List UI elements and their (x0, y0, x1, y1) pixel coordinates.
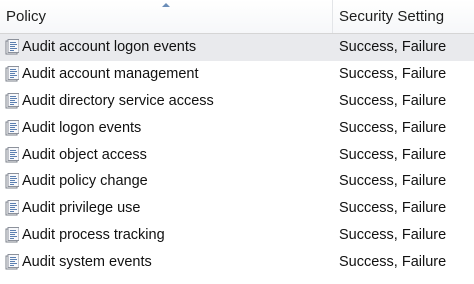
policy-document-icon (5, 92, 19, 109)
security-setting-cell: Success, Failure (339, 39, 447, 56)
policy-name: Audit account logon events (22, 39, 197, 56)
policy-name: Audit directory service access (22, 92, 214, 109)
policy-name: Audit object access (22, 146, 147, 163)
policy-name: Audit process tracking (22, 226, 165, 243)
policy-cell: Audit account management (0, 66, 333, 82)
security-setting-cell: Success, Failure (339, 253, 447, 270)
column-header-security-setting[interactable]: Security Setting (333, 0, 474, 33)
policy-cell: Audit directory service access (0, 92, 333, 109)
security-setting-cell: Success, Failure (339, 146, 447, 163)
table-row[interactable]: Audit object access Success, Failure (0, 141, 474, 168)
policy-document-icon (5, 253, 19, 270)
policy-document-icon (5, 146, 19, 163)
policy-name: Audit logon events (22, 119, 142, 136)
policy-rows: Audit account logon events Success, Fail… (0, 34, 474, 275)
security-setting-cell: Success, Failure (339, 92, 447, 109)
policy-cell: Audit process tracking (0, 226, 333, 243)
security-setting-cell: Success, Failure (339, 66, 447, 83)
table-row[interactable]: Audit logon events Success, Failure (0, 114, 474, 141)
security-setting-cell: Success, Failure (339, 200, 447, 217)
policy-list-view: Policy Security Setting Audit account lo… (0, 0, 474, 284)
policy-name: Audit privilege use (22, 200, 141, 217)
policy-cell: Audit system events (0, 253, 333, 270)
policy-cell: Audit account logon events (0, 39, 333, 55)
policy-name: Audit policy change (22, 173, 148, 190)
table-row[interactable]: Audit policy change Success, Failure (0, 168, 474, 195)
policy-cell: Audit logon events (0, 119, 333, 136)
policy-document-icon (5, 66, 19, 82)
sort-ascending-icon (162, 3, 170, 7)
table-row[interactable]: Audit system events Success, Failure (0, 248, 474, 275)
policy-name: Audit account management (22, 66, 199, 83)
table-row[interactable]: Audit account management Success, Failur… (0, 61, 474, 88)
policy-cell: Audit policy change (0, 173, 333, 189)
column-header-policy-label: Policy (6, 8, 47, 25)
table-row[interactable]: Audit account logon events Success, Fail… (0, 34, 474, 61)
list-header: Policy Security Setting (0, 0, 474, 34)
policy-cell: Audit object access (0, 146, 333, 163)
security-setting-cell: Success, Failure (339, 173, 447, 190)
policy-document-icon (5, 200, 19, 216)
policy-document-icon (5, 226, 19, 243)
security-setting-cell: Success, Failure (339, 119, 447, 136)
table-row[interactable]: Audit privilege use Success, Failure (0, 195, 474, 222)
policy-document-icon (5, 39, 19, 55)
table-row[interactable]: Audit directory service access Success, … (0, 88, 474, 115)
policy-name: Audit system events (22, 253, 152, 270)
column-header-policy[interactable]: Policy (0, 0, 333, 33)
policy-document-icon (5, 119, 19, 136)
policy-cell: Audit privilege use (0, 200, 333, 216)
policy-document-icon (5, 173, 19, 189)
column-header-security-setting-label: Security Setting (339, 8, 445, 25)
table-row[interactable]: Audit process tracking Success, Failure (0, 222, 474, 249)
security-setting-cell: Success, Failure (339, 226, 447, 243)
